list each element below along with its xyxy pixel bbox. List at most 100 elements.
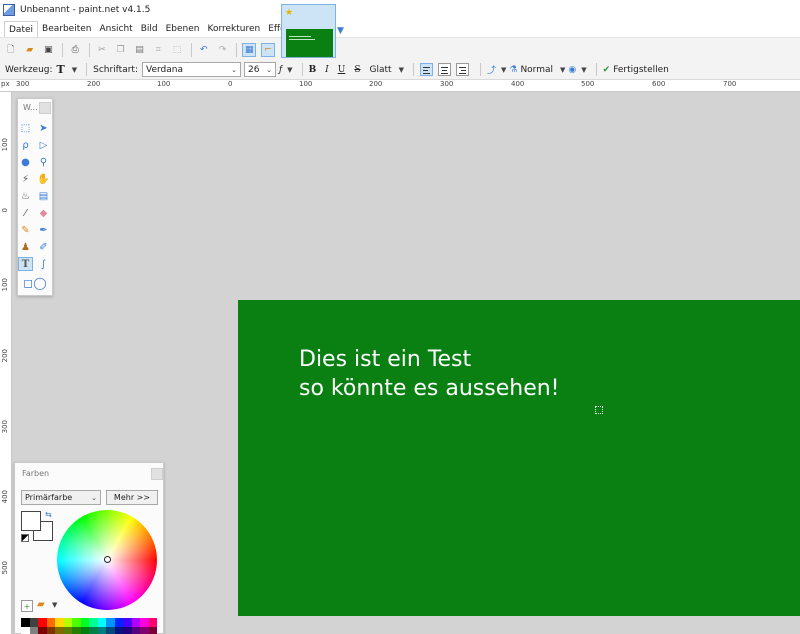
- palette-swatch[interactable]: [89, 618, 98, 627]
- image-thumbnail-tab[interactable]: ★: [281, 4, 336, 58]
- palette-swatch[interactable]: [55, 626, 64, 634]
- pencil-icon[interactable]: ✎: [18, 223, 33, 237]
- cut-icon[interactable]: ✂: [95, 43, 109, 57]
- palette-swatch[interactable]: [80, 618, 89, 627]
- lasso-select-icon[interactable]: ρ: [18, 138, 33, 152]
- color-wheel-cursor[interactable]: [104, 556, 111, 563]
- palette-swatch[interactable]: [106, 626, 115, 634]
- menu-ansicht[interactable]: Ansicht: [95, 21, 136, 37]
- palette-swatch[interactable]: [29, 618, 38, 627]
- tool-dropdown-caret[interactable]: ▼: [69, 66, 80, 74]
- palette-swatch[interactable]: [140, 618, 149, 627]
- palette-swatch[interactable]: [140, 626, 149, 634]
- move-selection-icon[interactable]: ▷: [36, 138, 51, 152]
- antialias-caret[interactable]: ▼: [396, 66, 407, 74]
- undo-icon[interactable]: ↶: [197, 43, 211, 57]
- rectangle-select-icon[interactable]: ⬚: [18, 121, 33, 135]
- clone-stamp-icon[interactable]: ♟: [18, 240, 33, 254]
- paint-bucket-icon[interactable]: ♨: [18, 189, 33, 203]
- palette-swatch[interactable]: [131, 618, 140, 627]
- align-left-button[interactable]: [419, 63, 433, 76]
- font-family-select[interactable]: Verdana ⌄: [142, 62, 241, 77]
- shapes-icon[interactable]: ◻◯: [22, 276, 48, 290]
- palette-swatch[interactable]: [29, 626, 38, 634]
- menu-bild[interactable]: Bild: [137, 21, 162, 37]
- text-move-handle-icon[interactable]: [595, 406, 603, 414]
- blend-mode-select[interactable]: Normal: [520, 65, 553, 75]
- palette-swatch[interactable]: [123, 618, 132, 627]
- menu-ebenen[interactable]: Ebenen: [162, 21, 204, 37]
- palette-swatch[interactable]: [63, 626, 72, 634]
- palette-swatch[interactable]: [106, 618, 115, 627]
- deselect-icon[interactable]: ⬚: [170, 43, 184, 57]
- palette-swatch[interactable]: [97, 626, 106, 634]
- magic-wand-icon[interactable]: ⚡: [18, 172, 33, 186]
- grid-icon[interactable]: ▦: [242, 43, 257, 57]
- image-canvas[interactable]: Dies ist ein Test so könnte es aussehen!: [238, 300, 800, 616]
- copy-icon[interactable]: ❐: [114, 43, 128, 57]
- palette-swatch[interactable]: [72, 618, 81, 627]
- eraser-icon[interactable]: ◆: [36, 206, 51, 220]
- recolor-icon[interactable]: ✐: [36, 240, 51, 254]
- font-size-select[interactable]: 26 ⌄: [244, 62, 276, 77]
- colors-window-close-button[interactable]: [151, 468, 163, 480]
- paste-icon[interactable]: ▤: [133, 43, 147, 57]
- font-smoothing-caret[interactable]: ▼: [284, 66, 295, 74]
- palette-swatch[interactable]: [38, 626, 47, 634]
- blending-icon[interactable]: ⤴: [487, 63, 496, 76]
- font-smoothing-icon[interactable]: ƒ: [279, 65, 282, 75]
- palette-swatch[interactable]: [97, 618, 106, 627]
- gradient-icon[interactable]: ▤: [36, 189, 51, 203]
- palette-swatch[interactable]: [46, 626, 55, 634]
- palette-swatch[interactable]: [55, 618, 64, 627]
- rulers-icon[interactable]: ⌐: [261, 43, 275, 57]
- paintbrush-icon[interactable]: ⁄: [18, 206, 33, 220]
- crop-to-selection-icon[interactable]: ⌗: [151, 43, 165, 57]
- palette-swatch[interactable]: [72, 626, 81, 634]
- palette-swatch[interactable]: [114, 618, 123, 627]
- align-right-button[interactable]: [455, 63, 469, 76]
- italic-button[interactable]: I: [325, 65, 329, 75]
- redo-icon[interactable]: ↷: [216, 43, 230, 57]
- bold-button[interactable]: B: [309, 65, 317, 75]
- palette-swatch[interactable]: [63, 618, 72, 627]
- selection-clipping-caret[interactable]: ▼: [578, 66, 589, 74]
- palette-swatch[interactable]: [89, 626, 98, 634]
- strikethrough-button[interactable]: S: [354, 65, 360, 75]
- reset-colors-icon[interactable]: [21, 534, 29, 542]
- move-selected-icon[interactable]: ➤: [36, 121, 51, 135]
- open-file-icon[interactable]: ▰: [23, 43, 37, 57]
- palette-swatch[interactable]: [80, 626, 89, 634]
- selection-clipping-icon[interactable]: ◉: [568, 65, 576, 75]
- add-to-palette-icon[interactable]: +: [21, 600, 33, 612]
- zoom-icon[interactable]: ⚲: [36, 155, 51, 169]
- palette-swatch[interactable]: [21, 618, 30, 627]
- palette-swatch[interactable]: [46, 618, 55, 627]
- more-button[interactable]: Mehr >>: [106, 490, 158, 505]
- color-palette[interactable]: [21, 618, 158, 634]
- menu-bearbeiten[interactable]: Bearbeiten: [38, 21, 95, 37]
- palette-swatch[interactable]: [114, 626, 123, 634]
- palette-swatch[interactable]: [21, 626, 30, 634]
- line-curve-icon[interactable]: ∫: [36, 257, 51, 271]
- palette-swatch[interactable]: [38, 618, 47, 627]
- underline-button[interactable]: U: [338, 65, 346, 75]
- blending-caret[interactable]: ▼: [498, 66, 509, 74]
- menu-datei[interactable]: Datei: [4, 20, 39, 37]
- canvas-text[interactable]: Dies ist ein Test so könnte es aussehen!: [299, 345, 560, 403]
- palette-swatch[interactable]: [123, 626, 132, 634]
- align-center-button[interactable]: [437, 63, 451, 76]
- swap-colors-icon[interactable]: ⇆: [45, 510, 52, 519]
- palette-swatch[interactable]: [131, 626, 140, 634]
- print-icon[interactable]: ⎙: [68, 43, 82, 57]
- palette-menu-icon[interactable]: ▰: [37, 599, 45, 610]
- color-picker-icon[interactable]: ✒: [36, 223, 51, 237]
- color-mode-select[interactable]: Primärfarbe ⌄: [21, 490, 101, 505]
- save-icon[interactable]: ▣: [42, 43, 56, 57]
- palette-swatch[interactable]: [148, 618, 157, 627]
- palette-menu-caret[interactable]: ▼: [52, 601, 57, 609]
- finish-button[interactable]: Fertigstellen: [613, 65, 669, 75]
- antialias-select[interactable]: Glatt: [370, 65, 392, 75]
- text-tool-icon[interactable]: T: [18, 257, 33, 271]
- menu-korrekturen[interactable]: Korrekturen: [203, 21, 264, 37]
